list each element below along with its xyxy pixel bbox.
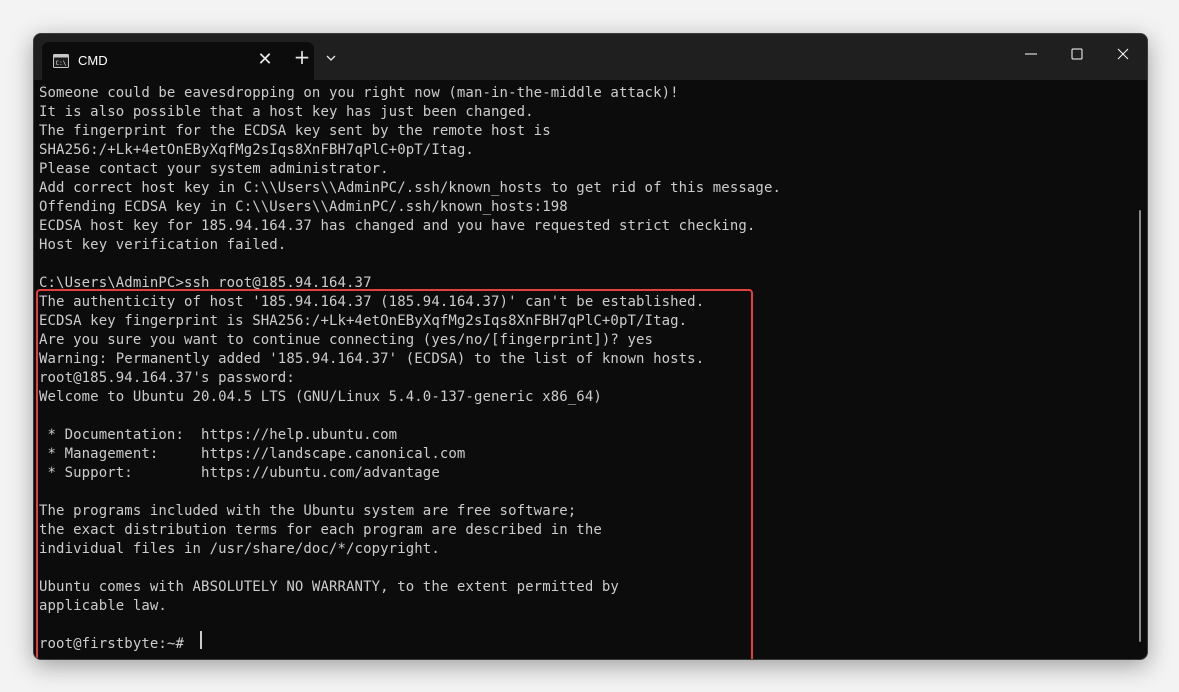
minimize-icon <box>1025 53 1037 55</box>
close-icon[interactable]: ✕ <box>254 49 276 71</box>
scrollbar[interactable] <box>1134 80 1147 659</box>
console-line: Add correct host key in C:\\Users\\Admin… <box>39 180 781 196</box>
title-bar[interactable]: C:\ CMD ✕ + <box>34 34 1147 80</box>
console-line: the exact distribution terms for each pr… <box>39 522 602 538</box>
console-line: * Documentation: https://help.ubuntu.com <box>39 427 398 443</box>
console-line: Offending ECDSA key in C:\\Users\\AdminP… <box>39 199 568 215</box>
plus-icon[interactable]: + <box>290 46 314 70</box>
window-close-icon <box>1117 48 1129 60</box>
console-line: SHA256:/+Lk+4etOnEByXqfMg2sIqs8XnFBH7qPl… <box>39 142 474 158</box>
cmd-icon: C:\ <box>53 53 69 68</box>
svg-text:C:\: C:\ <box>56 60 67 67</box>
scrollbar-thumb[interactable] <box>1139 210 1141 642</box>
console-line: The authenticity of host '185.94.164.37 … <box>39 294 705 310</box>
console-line: * Management: https://landscape.canonica… <box>39 446 466 462</box>
console-line: C:\Users\AdminPC>ssh root@185.94.164.37 <box>39 275 372 291</box>
console-line: applicable law. <box>39 598 167 614</box>
console-output[interactable]: Someone could be eavesdropping on you ri… <box>34 80 1134 659</box>
console-line: Someone could be eavesdropping on you ri… <box>39 85 679 101</box>
console-line: The fingerprint for the ECDSA key sent b… <box>39 123 551 139</box>
console-line: individual files in /usr/share/doc/*/cop… <box>39 541 440 557</box>
text-cursor <box>200 631 202 649</box>
console-line: Host key verification failed. <box>39 237 287 253</box>
console-line: * Support: https://ubuntu.com/advantage <box>39 465 440 481</box>
console-line: ECDSA key fingerprint is SHA256:/+Lk+4et… <box>39 313 688 329</box>
tab-title: CMD <box>78 53 108 68</box>
console-line: root@firstbyte:~# <box>39 636 193 652</box>
console-line: root@185.94.164.37's password: <box>39 370 295 386</box>
console-line: ECDSA host key for 185.94.164.37 has cha… <box>39 218 756 234</box>
terminal-window: C:\ CMD ✕ + Someone could be eavesdroppi… <box>33 33 1148 660</box>
minimize-button[interactable] <box>1008 34 1054 74</box>
console-line: Are you sure you want to continue connec… <box>39 332 654 348</box>
tab-cmd[interactable]: C:\ CMD ✕ <box>42 42 314 80</box>
window-close-button[interactable] <box>1100 34 1146 74</box>
console-line: Warning: Permanently added '185.94.164.3… <box>39 351 705 367</box>
chevron-down-icon[interactable] <box>320 47 342 69</box>
console-line: It is also possible that a host key has … <box>39 104 534 120</box>
maximize-icon <box>1071 48 1083 60</box>
console-line: Please contact your system administrator… <box>39 161 389 177</box>
console-line: Ubuntu comes with ABSOLUTELY NO WARRANTY… <box>39 579 619 595</box>
maximize-button[interactable] <box>1054 34 1100 74</box>
console-line: The programs included with the Ubuntu sy… <box>39 503 577 519</box>
console-line: Welcome to Ubuntu 20.04.5 LTS (GNU/Linux… <box>39 389 602 405</box>
